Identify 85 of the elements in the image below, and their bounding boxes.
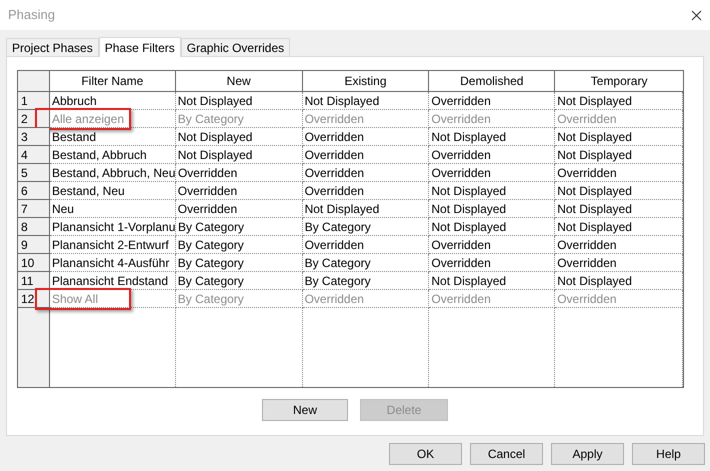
table-cell: Overridden — [429, 92, 556, 110]
table-cell: Overridden — [302, 146, 430, 164]
table-cell: By Category — [176, 218, 303, 236]
table-cell: Planansicht 4-Ausführ — [50, 254, 176, 272]
row-number: 6 — [18, 182, 50, 200]
row-number: 5 — [18, 164, 50, 182]
table-cell: Overridden — [429, 164, 556, 182]
table-cell: Overridden — [555, 164, 684, 182]
table-cell: By Category — [176, 290, 303, 308]
table-cell: Not Displayed — [555, 128, 684, 146]
row-number: 2 — [18, 110, 50, 128]
table-cell: By Category — [176, 236, 303, 254]
table-button[interactable]: New — [262, 399, 348, 421]
dialog-button[interactable]: Cancel — [470, 443, 543, 465]
table-cell: Bestand, Abbruch — [50, 146, 176, 164]
table-cell: Not Displayed — [555, 146, 684, 164]
table-cell: Bestand — [50, 128, 176, 146]
table-cell: Not Displayed — [429, 272, 556, 290]
dialog-button[interactable]: Apply — [551, 443, 624, 465]
table-cell: Not Displayed — [555, 272, 684, 290]
row-number: 3 — [18, 128, 50, 146]
row-number: 8 — [18, 218, 50, 236]
column-header: Filter Name — [50, 71, 176, 91]
table-cell: Overridden — [176, 164, 303, 182]
table-cell: Overridden — [302, 110, 430, 128]
column-header: Existing — [302, 71, 430, 91]
row-number: 10 — [18, 254, 50, 272]
table-cell: Overridden — [429, 236, 556, 254]
column-header: Temporary — [590, 73, 648, 90]
table-cell: Planansicht 1-Vorplanu — [50, 218, 176, 236]
close-icon[interactable] — [691, 10, 702, 20]
row-number: 12 — [18, 290, 50, 308]
tab[interactable]: Graphic Overrides — [180, 38, 290, 56]
table-cell: Not Displayed — [429, 182, 556, 200]
table-cell: Not Displayed — [429, 218, 556, 236]
table-cell: Bestand, Neu — [50, 182, 176, 200]
table-cell: Not Displayed — [429, 128, 556, 146]
row-number: 7 — [18, 200, 50, 218]
table-cell: Not Displayed — [555, 92, 684, 110]
dialog-button[interactable]: Help — [632, 443, 705, 465]
row-number: 9 — [18, 236, 50, 254]
column-header: Demolished — [429, 71, 556, 91]
column-header: New — [176, 71, 303, 91]
row-number: 1 — [18, 92, 50, 110]
table-cell: By Category — [302, 254, 430, 272]
table-cell: Overridden — [302, 236, 430, 254]
table-cell: Overridden — [555, 290, 684, 308]
table-cell: Overridden — [429, 146, 556, 164]
table-cell: Overridden — [429, 290, 556, 308]
table-cell: Neu — [50, 200, 176, 218]
table-cell: Not Displayed — [176, 128, 303, 146]
table-cell: Overridden — [429, 110, 556, 128]
tab[interactable]: Phase Filters — [98, 37, 181, 57]
tab[interactable]: Project Phases — [6, 38, 99, 56]
table-cell: Not Displayed — [555, 182, 684, 200]
table-cell: By Category — [302, 272, 430, 290]
table-cell: Not Displayed — [555, 200, 684, 218]
table-cell: Overridden — [302, 128, 430, 146]
table-cell: Not Displayed — [555, 218, 684, 236]
table-cell: Planansicht 2-Entwurf — [50, 236, 176, 254]
table-cell: Not Displayed — [176, 146, 303, 164]
table-cell: Overridden — [302, 164, 430, 182]
dialog-button[interactable]: OK — [389, 443, 462, 465]
table-cell: Abbruch — [50, 92, 176, 110]
window-title: Phasing — [8, 6, 55, 24]
row-number: 4 — [18, 146, 50, 164]
table-cell: Planansicht Endstand — [50, 272, 176, 290]
table-cell: Overridden — [555, 110, 684, 128]
row-number: 11 — [18, 272, 50, 290]
table-cell: Overridden — [555, 254, 684, 272]
table-cell: Overridden — [302, 290, 430, 308]
table-cell: Bestand, Abbruch, Neu — [50, 164, 176, 182]
table-cell: Overridden — [176, 182, 303, 200]
table-cell: Overridden — [555, 236, 684, 254]
table-cell: By Category — [176, 110, 303, 128]
table-cell: Overridden — [429, 254, 556, 272]
table-cell: Not Displayed — [176, 92, 303, 110]
table-cell: Overridden — [302, 182, 430, 200]
table-cell: Not Displayed — [429, 200, 556, 218]
table-cell: Overridden — [176, 200, 303, 218]
table-cell: By Category — [302, 218, 430, 236]
table-cell: By Category — [176, 254, 303, 272]
table-cell: Not Displayed — [302, 200, 430, 218]
table-cell: Not Displayed — [302, 92, 430, 110]
table-cell: By Category — [176, 272, 303, 290]
